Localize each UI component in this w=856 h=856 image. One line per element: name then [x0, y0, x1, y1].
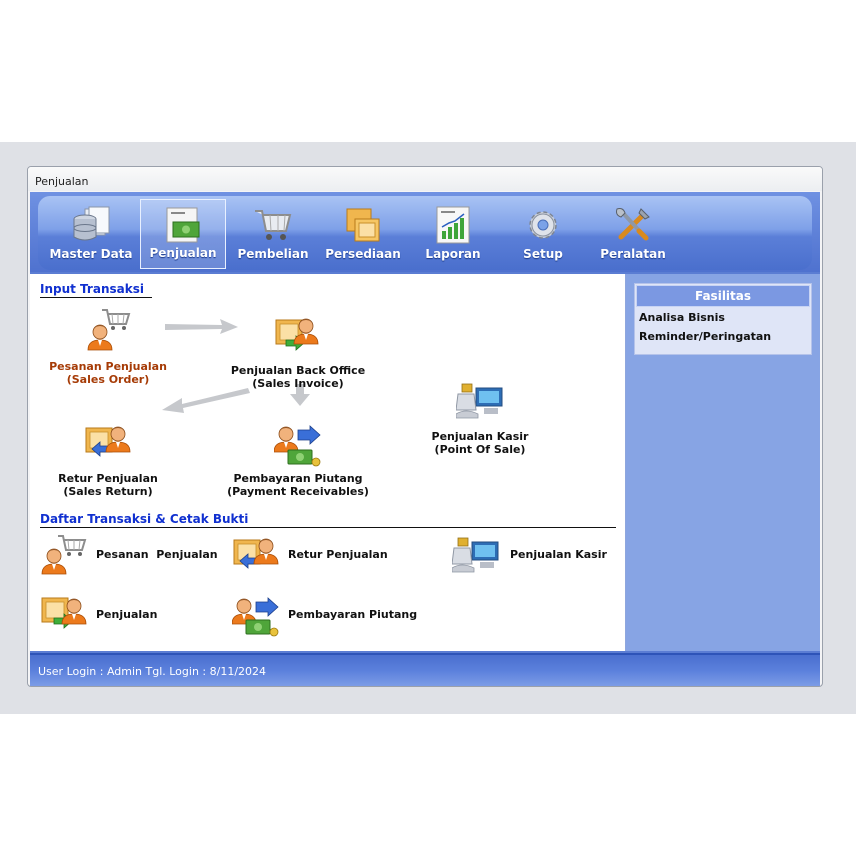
- toolbar-master-data-button[interactable]: Master Data: [48, 199, 134, 269]
- tools-icon: [616, 208, 650, 241]
- sales-order-icon: [87, 309, 130, 351]
- toolbar-laporan-button[interactable]: Laporan: [410, 199, 496, 269]
- penjualan-back-office-sublabel: (Sales Invoice): [252, 377, 344, 390]
- list-item-label: Retur Penjualan: [288, 548, 388, 561]
- fasilitas-item-analisa-bisnis[interactable]: Analisa Bisnis: [635, 308, 811, 327]
- pembayaran-piutang-link[interactable]: Pembayaran Piutang (Payment Receivables): [226, 420, 370, 498]
- app-window: Penjualan Master Data Penjualan Pembelia…: [27, 166, 823, 687]
- list-item-label: Penjualan Kasir: [510, 548, 607, 561]
- sales-invoice-icon: [275, 318, 319, 351]
- list-item-label: Pembayaran Piutang: [288, 608, 418, 621]
- window-title: Penjualan: [28, 167, 822, 191]
- toolbar-label: Pembelian: [237, 247, 309, 261]
- retur-penjualan-label: Retur Penjualan: [58, 472, 158, 485]
- content-area: Master Data Penjualan Pembelian Persedia…: [30, 192, 820, 686]
- penjualan-kasir-sublabel: (Point Of Sale): [434, 443, 526, 456]
- side-panel: Fasilitas Analisa Bisnis Reminder/Pering…: [626, 274, 820, 651]
- toolbar-pembelian-button[interactable]: Pembelian: [230, 199, 316, 269]
- toolbar-label: Peralatan: [600, 247, 666, 261]
- retur-penjualan-sublabel: (Sales Return): [63, 485, 153, 498]
- fasilitas-panel: Fasilitas Analisa Bisnis Reminder/Pering…: [634, 283, 812, 355]
- section-title-input-transaksi: Input Transaksi: [40, 282, 152, 298]
- sales-order-icon: [41, 535, 86, 575]
- sales-invoice-icon: [41, 597, 87, 629]
- list-pesanan-penjualan[interactable]: Pesanan Penjualan: [40, 534, 240, 578]
- payment-receivables-icon: [232, 597, 279, 637]
- sales-return-icon: [233, 538, 279, 569]
- pesanan-penjualan-link[interactable]: Pesanan Penjualan (Sales Order): [48, 308, 168, 386]
- toolbar-label: Master Data: [49, 247, 133, 261]
- pesanan-penjualan-label: Pesanan Penjualan: [49, 360, 167, 373]
- penjualan-back-office-label: Penjualan Back Office: [230, 364, 366, 377]
- shopping-cart-icon: [255, 210, 292, 240]
- fasilitas-item-reminder[interactable]: Reminder/Peringatan: [635, 327, 811, 346]
- toolbar-label: Persediaan: [325, 247, 401, 261]
- retur-penjualan-link[interactable]: Retur Penjualan (Sales Return): [48, 420, 168, 498]
- penjualan-kasir-label: Penjualan Kasir: [431, 430, 529, 443]
- boxes-icon: [346, 208, 380, 242]
- payment-receivables-icon: [274, 425, 321, 467]
- pembayaran-piutang-label: Pembayaran Piutang: [233, 472, 363, 485]
- list-pembayaran-piutang[interactable]: Pembayaran Piutang: [232, 594, 432, 638]
- toolbar-label: Setup: [523, 247, 563, 261]
- penjualan-kasir-link[interactable]: Penjualan Kasir (Point Of Sale): [420, 378, 540, 456]
- section-title-daftar-transaksi: Daftar Transaksi & Cetak Bukti: [40, 512, 616, 528]
- sales-return-icon: [85, 426, 131, 457]
- toolbar-label: Penjualan: [149, 246, 217, 260]
- toolbar-label: Laporan: [425, 247, 481, 261]
- gear-icon: [529, 211, 557, 239]
- penjualan-back-office-link[interactable]: Penjualan Back Office (Sales Invoice): [228, 312, 368, 390]
- main-panel: Input Transaksi Pesanan Penjualan (Sales…: [30, 274, 626, 651]
- toolbar-setup-button[interactable]: Setup: [500, 199, 586, 269]
- database-icon: [73, 206, 110, 241]
- status-bar: User Login : Admin Tgl. Login : 8/11/202…: [30, 653, 820, 686]
- list-item-label: Pesanan Penjualan: [96, 548, 218, 561]
- cash-invoice-icon: [166, 207, 200, 243]
- pesanan-penjualan-sublabel: (Sales Order): [66, 373, 150, 386]
- fasilitas-title: Fasilitas: [636, 285, 810, 307]
- list-retur-penjualan[interactable]: Retur Penjualan: [232, 534, 412, 578]
- list-penjualan-kasir[interactable]: Penjualan Kasir: [452, 534, 622, 578]
- pembayaran-piutang-sublabel: (Payment Receivables): [227, 485, 369, 498]
- toolbar-persediaan-button[interactable]: Persediaan: [320, 199, 406, 269]
- list-item-label: Penjualan: [96, 608, 158, 621]
- list-penjualan[interactable]: Penjualan: [40, 594, 200, 638]
- toolbar-peralatan-button[interactable]: Peralatan: [590, 199, 676, 269]
- point-of-sale-icon: [456, 383, 503, 419]
- toolbar-penjualan-button[interactable]: Penjualan: [140, 199, 226, 269]
- point-of-sale-icon: [452, 537, 499, 573]
- report-chart-icon: [436, 206, 470, 244]
- toolbar: Master Data Penjualan Pembelian Persedia…: [30, 192, 820, 272]
